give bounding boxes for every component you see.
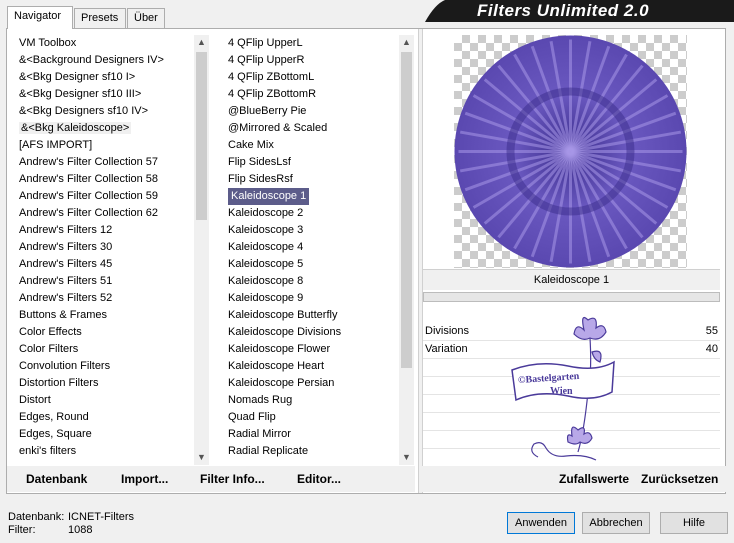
category-list-item[interactable]: Andrew's Filters 52 — [17, 290, 193, 307]
right-button-bar: Zufallswerte Zurücksetzen — [422, 466, 726, 492]
category-list-item[interactable]: Buttons & Frames — [17, 307, 193, 324]
selected-item-label: Kaleidoscope 1 — [228, 188, 310, 205]
param-label: Divisions — [425, 325, 470, 337]
category-list[interactable]: VM Toolbox &<Background Designers IV> &<Bk… — [17, 35, 193, 465]
param-value[interactable]: 40 — [706, 340, 718, 358]
cancel-button[interactable]: Abbrechen — [582, 512, 650, 534]
category-list-item[interactable]: Andrew's Filters 45 — [17, 256, 193, 273]
filter-list-item[interactable]: Kaleidoscope 9 — [226, 290, 398, 307]
category-list-item[interactable]: Distort — [17, 392, 193, 409]
scroll-down-icon[interactable]: ▼ — [194, 450, 209, 465]
scroll-up-icon[interactable]: ▲ — [399, 35, 414, 50]
watermark-text-line2: Wien — [550, 386, 573, 397]
scroll-up-icon[interactable]: ▲ — [194, 35, 209, 50]
tab-uber[interactable]: Über — [127, 8, 165, 28]
status-db-value: ICNET-Filters — [68, 511, 134, 523]
scroll-down-icon[interactable]: ▼ — [399, 450, 414, 465]
filter-info-button[interactable]: Filter Info... — [200, 472, 265, 486]
filter-list[interactable]: 4 QFlip UpperL 4 QFlip UpperR 4 QFlip ZBot… — [226, 35, 398, 465]
category-list-item[interactable]: Edges, Round — [17, 409, 193, 426]
category-list-item[interactable]: Color Effects — [17, 324, 193, 341]
category-list-item[interactable]: VM Toolbox — [17, 35, 193, 52]
scroll-thumb[interactable] — [401, 52, 412, 368]
preview-image — [454, 35, 687, 268]
status-db-label: Datenbank: — [8, 511, 65, 523]
filter-list-item[interactable]: Kaleidoscope 8 — [226, 273, 398, 290]
filter-list-item[interactable]: Kaleidoscope Heart — [226, 358, 398, 375]
status-filter-label: Filter: — [8, 524, 36, 536]
param-label: Variation — [425, 343, 468, 355]
filter-list-item[interactable]: 4 QFlip ZBottomR — [226, 86, 398, 103]
editor-button[interactable]: Editor... — [297, 472, 341, 486]
category-list-item[interactable]: Andrew's Filters 30 — [17, 239, 193, 256]
category-list-item[interactable]: &<Background Designers IV> — [17, 52, 193, 69]
category-list-item[interactable]: enki's filters — [17, 443, 193, 460]
category-list-item[interactable]: &<Bkg Designers sf10 IV> — [17, 103, 193, 120]
filter-list-item[interactable]: Radial Mirror — [226, 426, 398, 443]
category-list-item[interactable]: Andrew's Filter Collection 58 — [17, 171, 193, 188]
filter-list-item[interactable]: @BlueBerry Pie — [226, 103, 398, 120]
apply-button[interactable]: Anwenden — [507, 512, 575, 534]
tab-presets[interactable]: Presets — [74, 8, 126, 28]
banner-title: Filters Unlimited 2.0 — [477, 1, 650, 20]
filter-list-item[interactable]: Quad Flip — [226, 409, 398, 426]
title-banner: Filters Unlimited 2.0 — [425, 0, 734, 22]
category-list-item[interactable]: &<Bkg Designer sf10 III> — [17, 86, 193, 103]
category-list-item[interactable]: Edges, Square — [17, 426, 193, 443]
category-list-item[interactable]: Andrew's Filter Collection 62 — [17, 205, 193, 222]
filter-list-item[interactable]: 4 QFlip UpperR — [226, 52, 398, 69]
kaleidoscope-preview-icon — [454, 35, 687, 268]
category-list-item[interactable]: [AFS IMPORT] — [17, 137, 193, 154]
zuruecksetzen-button[interactable]: Zurücksetzen — [641, 472, 718, 486]
category-list-item[interactable]: Distortion Filters — [17, 375, 193, 392]
filter-list-item[interactable]: 4 QFlip ZBottomL — [226, 69, 398, 86]
filter-list-item[interactable]: @Mirrored & Scaled — [226, 120, 398, 137]
watermark-logo: ©Bastelgarten Wien — [508, 312, 620, 464]
tab-navigator[interactable]: Navigator — [7, 6, 73, 29]
filter-list-item[interactable]: Kaleidoscope 1 — [226, 188, 398, 205]
category-list-item[interactable]: Andrew's Filter Collection 59 — [17, 188, 193, 205]
category-list-item[interactable]: Andrew's Filters 12 — [17, 222, 193, 239]
filter-list-item[interactable]: Flip SidesRsf — [226, 171, 398, 188]
filter-list-item[interactable]: Kaleidoscope 3 — [226, 222, 398, 239]
filter-list-item[interactable]: Kaleidoscope 2 — [226, 205, 398, 222]
filter-list-item[interactable]: Cake Mix — [226, 137, 398, 154]
filter-list-item[interactable]: Flip SidesLsf — [226, 154, 398, 171]
filter-list-item[interactable]: Kaleidoscope Divisions — [226, 324, 398, 341]
category-list-item[interactable]: &<Bkg Designer sf10 I> — [17, 69, 193, 86]
datenbank-button[interactable]: Datenbank — [26, 472, 87, 486]
param-value[interactable]: 55 — [706, 322, 718, 340]
filter-list-item[interactable]: Kaleidoscope 5 — [226, 256, 398, 273]
filter-list-item[interactable]: Radial Replicate — [226, 443, 398, 460]
category-scrollbar[interactable]: ▲ ▼ — [194, 35, 209, 465]
filter-list-item[interactable]: Kaleidoscope Persian — [226, 375, 398, 392]
filter-list-item[interactable]: 4 QFlip UpperL — [226, 35, 398, 52]
progress-bar — [423, 292, 720, 302]
filter-list-item[interactable]: Kaleidoscope 4 — [226, 239, 398, 256]
filter-list-item[interactable]: Nomads Rug — [226, 392, 398, 409]
filter-list-item[interactable]: Kaleidoscope Butterfly — [226, 307, 398, 324]
selected-item-label: &<Bkg Kaleidoscope> — [19, 122, 132, 134]
import-button[interactable]: Import... — [121, 472, 168, 486]
help-button[interactable]: Hilfe — [660, 512, 728, 534]
status-filter-value: 1088 — [68, 524, 93, 536]
category-list-item[interactable]: Andrew's Filter Collection 57 — [17, 154, 193, 171]
category-list-item[interactable]: Convolution Filters — [17, 358, 193, 375]
category-list-item[interactable]: &<Bkg Kaleidoscope> — [17, 120, 193, 137]
filter-list-item[interactable]: Kaleidoscope Flower — [226, 341, 398, 358]
filter-scrollbar[interactable]: ▲ ▼ — [399, 35, 414, 465]
scroll-thumb[interactable] — [196, 52, 207, 220]
zufallswerte-button[interactable]: Zufallswerte — [559, 472, 629, 486]
preview-filter-name: Kaleidoscope 1 — [423, 269, 720, 290]
category-list-item[interactable]: Andrew's Filters 51 — [17, 273, 193, 290]
left-button-bar: Datenbank Import... Filter Info... Edito… — [7, 466, 415, 492]
category-list-item[interactable]: Color Filters — [17, 341, 193, 358]
